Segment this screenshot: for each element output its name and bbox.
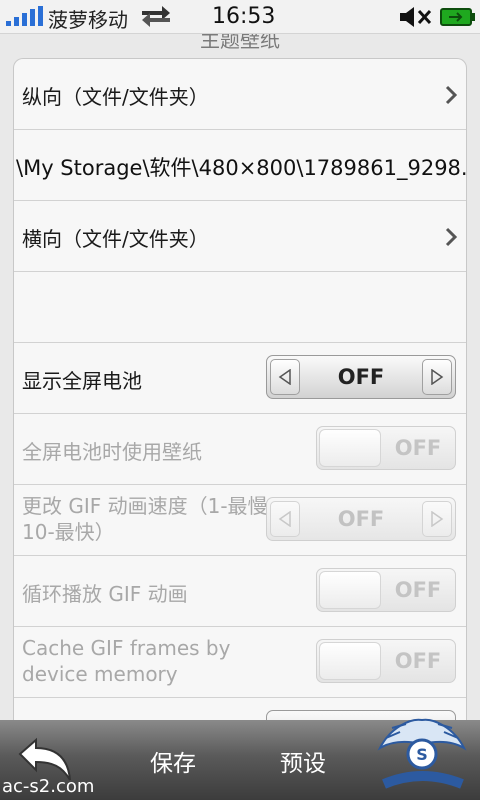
landscape-path-row[interactable] <box>14 272 466 343</box>
signal-strength-icon <box>6 6 43 26</box>
page-header: 主题壁纸 <box>0 34 480 58</box>
gif-cache-toggle[interactable]: OFF <box>316 639 456 683</box>
preset-button[interactable]: 预设 <box>280 744 326 778</box>
portrait-wallpaper-label: 纵向（文件/文件夹） <box>22 85 209 109</box>
battery-icon <box>440 8 475 26</box>
gif-speed-label: 更改 GIF 动画速度（1-最慢; 10-最快） <box>22 494 275 544</box>
toggle-knob <box>319 642 381 680</box>
volume-mute-icon[interactable] <box>398 5 432 29</box>
landscape-wallpaper-row[interactable]: 横向（文件/文件夹） <box>14 201 466 272</box>
gif-loop-row: 循环播放 GIF 动画 OFF <box>14 556 466 627</box>
portrait-wallpaper-row[interactable]: 纵向（文件/文件夹） <box>14 59 466 130</box>
triangle-right-icon <box>431 511 444 527</box>
triangle-left-icon <box>278 369 291 385</box>
gif-speed-stepper[interactable]: OFF <box>266 497 456 541</box>
gif-loop-toggle[interactable]: OFF <box>316 568 456 612</box>
wallpaper-path-row[interactable]: \My Storage\软件\480×800\1789861_9298.jpg <box>14 130 467 201</box>
toggle-knob <box>319 571 381 609</box>
watermark-logo-icon: S <box>377 718 467 789</box>
save-button[interactable]: 保存 <box>150 744 196 778</box>
gif-speed-value: OFF <box>337 507 385 531</box>
triangle-left-icon <box>278 511 291 527</box>
fullscreen-battery-label: 显示全屏电池 <box>22 369 142 393</box>
gif-cache-value: OFF <box>394 649 442 673</box>
toggle-knob <box>319 429 381 467</box>
watermark-url: ac-s2.com <box>2 776 95 797</box>
clock-time: 16:53 <box>212 4 276 29</box>
gif-loop-value: OFF <box>394 578 442 602</box>
chevron-right-icon <box>445 85 458 105</box>
gif-cache-row: Cache GIF frames by device memory OFF <box>14 627 466 698</box>
fullscreen-battery-row: 显示全屏电池 OFF <box>14 343 466 414</box>
gif-cache-label: Cache GIF frames by device memory <box>22 636 231 686</box>
battery-wallpaper-toggle[interactable]: OFF <box>316 426 456 470</box>
carrier-name: 菠萝移动 <box>48 8 128 32</box>
fullscreen-battery-value: OFF <box>337 365 385 389</box>
wallpaper-path-value: \My Storage\软件\480×800\1789861_9298.jpg <box>16 156 467 180</box>
status-bar: 菠萝移动 16:53 <box>0 0 480 34</box>
battery-wallpaper-value: OFF <box>394 436 442 460</box>
stepper-increase-button[interactable] <box>422 501 452 537</box>
battery-wallpaper-row: 全屏电池时使用壁纸 OFF <box>14 414 466 485</box>
stepper-increase-button[interactable] <box>422 359 452 395</box>
gif-speed-row: 更改 GIF 动画速度（1-最慢; 10-最快） OFF <box>14 485 466 556</box>
stepper-decrease-button[interactable] <box>270 359 300 395</box>
stepper-decrease-button[interactable] <box>270 501 300 537</box>
page-title: 主题壁纸 <box>200 34 280 52</box>
landscape-wallpaper-label: 横向（文件/文件夹） <box>22 227 209 251</box>
data-transfer-icon <box>142 6 170 27</box>
gif-loop-label: 循环播放 GIF 动画 <box>22 582 188 606</box>
svg-text:S: S <box>416 745 428 764</box>
settings-panel: 纵向（文件/文件夹） \My Storage\软件\480×800\178986… <box>13 58 467 758</box>
fullscreen-battery-stepper[interactable]: OFF <box>266 355 456 399</box>
triangle-right-icon <box>431 369 444 385</box>
battery-wallpaper-label: 全屏电池时使用壁纸 <box>22 440 202 464</box>
chevron-right-icon <box>445 227 458 247</box>
